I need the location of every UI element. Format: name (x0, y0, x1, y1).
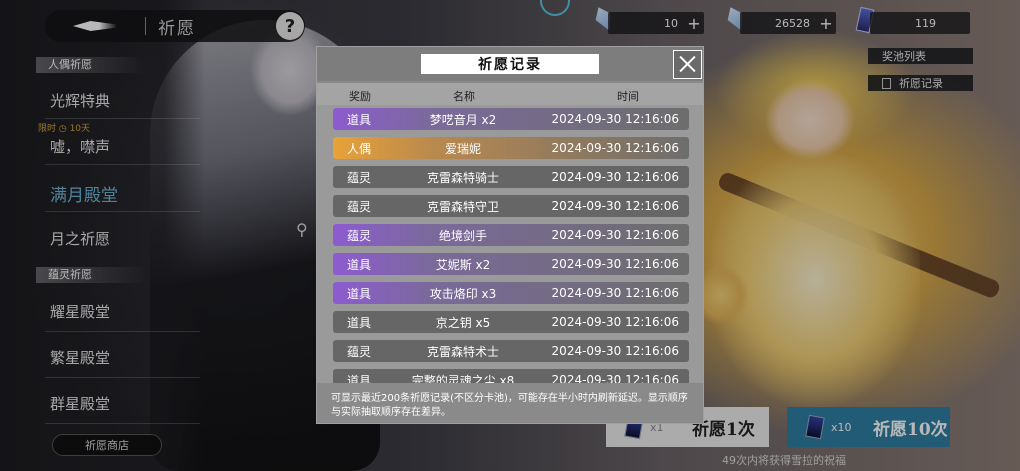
dialog-title: 祈愿记录 (421, 54, 599, 74)
reward-time: 2024-09-30 12:16:06 (551, 257, 679, 271)
reward-name: 绝境剑手 (438, 228, 487, 243)
dialog-header: 祈愿记录 (317, 47, 703, 81)
reward-time: 2024-09-30 12:16:06 (551, 199, 679, 213)
reward-name: 艾妮斯 x2 (435, 257, 491, 272)
table-row: 道具 梦呓音月 x2 2024-09-30 12:16:06 (333, 108, 689, 130)
reward-name: 梦呓音月 x2 (429, 112, 497, 127)
reward-type: 蕴灵 (347, 228, 372, 243)
reward-time: 2024-09-30 12:16:06 (551, 170, 679, 184)
column-time: 时间 (617, 90, 639, 103)
table-row: 蕴灵 克雷森特守卫 2024-09-30 12:16:06 (333, 195, 689, 217)
table-row: 人偶 爱瑞妮 2024-09-30 12:16:06 (333, 137, 689, 159)
reward-time: 2024-09-30 12:16:06 (551, 141, 679, 155)
table-row: 蕴灵 克雷森特骑士 2024-09-30 12:16:06 (333, 166, 689, 188)
reward-type: 道具 (347, 373, 372, 384)
reward-type: 蕴灵 (347, 199, 372, 214)
dialog-body: 奖励 名称 时间 道具 梦呓音月 x2 2024-09-30 12:16:06 人偶 爱… (317, 83, 703, 383)
reward-type: 蕴灵 (347, 344, 372, 359)
wish-record-dialog: 祈愿记录 奖励 名称 时间 道具 梦呓音月 x2 2024-09-30 12:16:… (316, 46, 704, 424)
reward-name: 克雷森特骑士 (426, 170, 499, 185)
reward-time: 2024-09-30 12:16:06 (551, 112, 679, 126)
reward-time: 2024-09-30 12:16:06 (551, 373, 679, 383)
reward-name: 完整的灵魂之尘 x8 (411, 373, 515, 384)
column-name: 名称 (453, 90, 475, 103)
record-list[interactable]: 道具 梦呓音月 x2 2024-09-30 12:16:06 人偶 爱瑞妮 2024-09… (333, 108, 689, 383)
table-row: 道具 艾妮斯 x2 2024-09-30 12:16:06 (333, 253, 689, 275)
table-row: 蕴灵 克雷森特术士 2024-09-30 12:16:06 (333, 340, 689, 362)
reward-type: 道具 (347, 257, 372, 272)
reward-time: 2024-09-30 12:16:06 (551, 315, 679, 329)
reward-type: 道具 (347, 112, 372, 127)
table-row: 道具 京之钥 x5 2024-09-30 12:16:06 (333, 311, 689, 333)
reward-name: 爱瑞妮 (444, 141, 481, 156)
column-reward: 奖励 (349, 90, 371, 103)
reward-type: 道具 (347, 286, 372, 301)
reward-time: 2024-09-30 12:16:06 (551, 344, 679, 358)
close-icon[interactable] (673, 50, 702, 79)
reward-type: 人偶 (347, 141, 372, 156)
reward-name: 京之钥 x5 (435, 315, 491, 330)
reward-name: 克雷森特守卫 (426, 199, 499, 214)
reward-time: 2024-09-30 12:16:06 (551, 228, 679, 242)
dialog-note: 可显示最近200条祈愿记录(不区分卡池)，可能存在半小时内刷新延迟。显示顺序与实… (331, 393, 688, 418)
reward-type: 道具 (347, 315, 372, 330)
reward-name: 攻击烙印 x3 (429, 286, 497, 301)
table-header: 奖励 名称 时间 (317, 83, 703, 105)
reward-time: 2024-09-30 12:16:06 (551, 286, 679, 300)
table-row: 道具 完整的灵魂之尘 x8 2024-09-30 12:16:06 (333, 369, 689, 383)
table-row: 道具 攻击烙印 x3 2024-09-30 12:16:06 (333, 282, 689, 304)
table-row: 蕴灵 绝境剑手 2024-09-30 12:16:06 (333, 224, 689, 246)
reward-type: 蕴灵 (347, 170, 372, 185)
reward-name: 克雷森特术士 (426, 344, 499, 359)
